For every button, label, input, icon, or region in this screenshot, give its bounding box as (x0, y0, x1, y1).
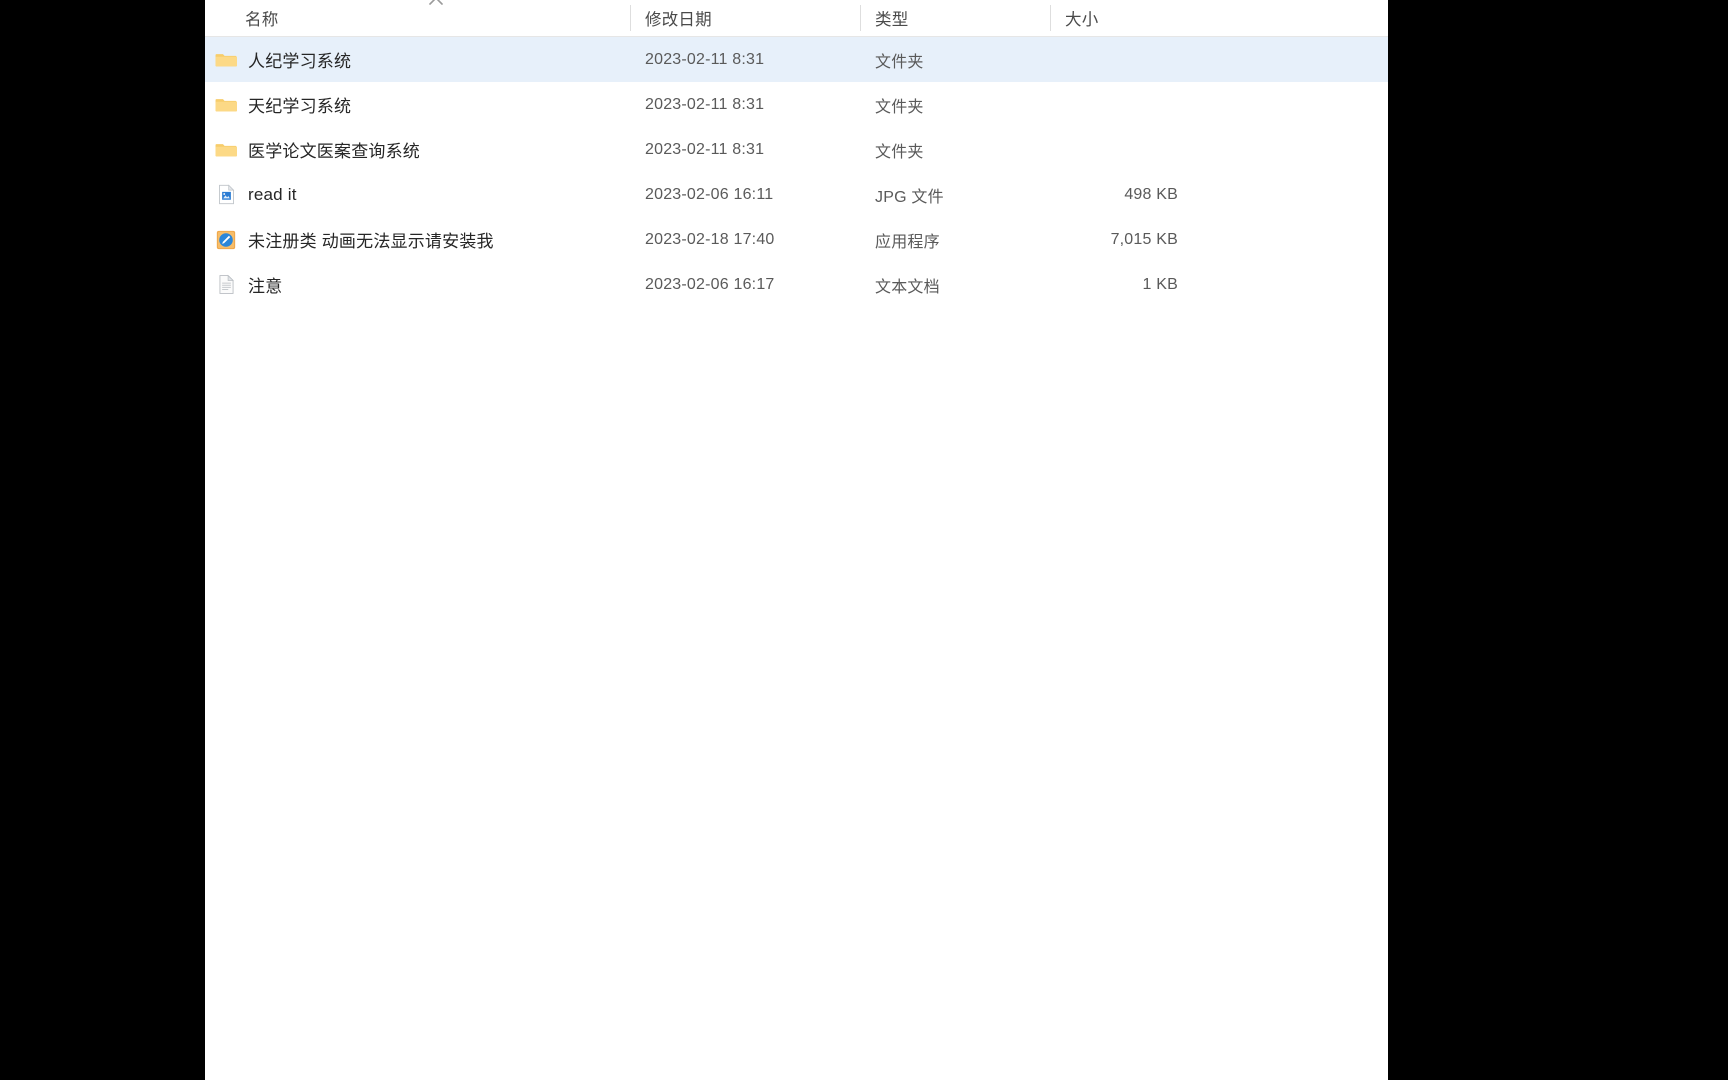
file-date-modified-label: 2023-02-11 8:31 (645, 50, 765, 68)
file-type-cell: JPG 文件 (860, 172, 1050, 217)
file-type-cell: 文件夹 (860, 37, 1050, 82)
file-type-cell: 文本文档 (860, 262, 1050, 307)
file-date-modified-cell: 2023-02-11 8:31 (630, 82, 860, 127)
file-date-modified-cell: 2023-02-18 17:40 (630, 217, 860, 262)
file-size-cell: 7,015 KB (1050, 217, 1190, 262)
file-type-cell: 文件夹 (860, 82, 1050, 127)
file-name-label: 人纪学习系统 (248, 52, 352, 71)
file-size-cell (1050, 127, 1190, 172)
file-date-modified-cell: 2023-02-11 8:31 (630, 37, 860, 82)
file-name-label: 医学论文医案查询系统 (248, 142, 420, 161)
file-date-modified-label: 2023-02-11 8:31 (645, 140, 765, 158)
file-name-cell[interactable]: 医学论文医案查询系统 (215, 127, 630, 172)
column-header-name[interactable]: 名称 (235, 0, 630, 36)
file-date-modified-label: 2023-02-11 8:31 (645, 95, 765, 113)
file-name-cell[interactable]: 人纪学习系统 (215, 37, 630, 82)
table-row[interactable]: read it 2023-02-06 16:11 JPG 文件 498 KB (205, 172, 1388, 217)
file-size-cell (1050, 82, 1190, 127)
file-name-cell[interactable]: 未注册类 动画无法显示请安装我 (215, 217, 630, 262)
file-name-label: 未注册类 动画无法显示请安装我 (248, 232, 494, 251)
file-date-modified-cell: 2023-02-06 16:11 (630, 172, 860, 217)
column-header-type-label: 类型 (875, 11, 909, 29)
column-header-size-label: 大小 (1065, 11, 1099, 29)
column-header-name-label: 名称 (245, 11, 279, 29)
table-row[interactable]: 医学论文医案查询系统 2023-02-11 8:31 文件夹 (205, 127, 1388, 172)
file-type-label: 文件夹 (875, 143, 924, 161)
column-header-date-modified-label: 修改日期 (645, 11, 712, 29)
file-type-label: 文件夹 (875, 53, 924, 71)
table-row[interactable]: 天纪学习系统 2023-02-11 8:31 文件夹 (205, 82, 1388, 127)
file-name-cell[interactable]: 注意 (215, 262, 630, 307)
file-explorer-content-pane: 名称 修改日期 类型 大小 人纪学习系统 2023-02-11 8:31 文件夹 天纪… (205, 0, 1388, 1080)
folder-icon (215, 49, 237, 71)
table-row[interactable]: 注意 2023-02-06 16:17 文本文档 1 KB (205, 262, 1388, 307)
file-type-cell: 文件夹 (860, 127, 1050, 172)
file-type-label: 应用程序 (875, 233, 940, 251)
application-exe-icon (215, 229, 237, 251)
file-type-label: JPG 文件 (875, 188, 944, 206)
file-name-cell[interactable]: read it (215, 172, 630, 217)
file-type-label: 文件夹 (875, 98, 924, 116)
folder-icon (215, 139, 237, 161)
file-size-cell (1050, 37, 1190, 82)
file-name-label: read it (248, 184, 297, 204)
file-size-cell: 1 KB (1050, 262, 1190, 307)
jpg-image-file-icon (215, 184, 237, 206)
file-size-label: 7,015 KB (1110, 230, 1178, 248)
table-row[interactable]: 人纪学习系统 2023-02-11 8:31 文件夹 (205, 37, 1388, 82)
column-divider[interactable] (860, 5, 861, 31)
file-size-cell: 498 KB (1050, 172, 1190, 217)
text-document-icon (215, 274, 237, 296)
column-header-row: 名称 修改日期 类型 大小 (205, 0, 1388, 37)
column-header-type[interactable]: 类型 (860, 0, 1050, 36)
file-name-cell[interactable]: 天纪学习系统 (215, 82, 630, 127)
column-divider[interactable] (1050, 5, 1051, 31)
file-type-label: 文本文档 (875, 278, 940, 296)
table-row[interactable]: 未注册类 动画无法显示请安装我 2023-02-18 17:40 应用程序 7,015… (205, 217, 1388, 262)
file-size-label: 498 KB (1124, 185, 1178, 203)
column-header-date-modified[interactable]: 修改日期 (630, 0, 860, 36)
file-size-label: 1 KB (1142, 275, 1178, 293)
column-header-size[interactable]: 大小 (1050, 0, 1190, 36)
folder-icon (215, 94, 237, 116)
column-divider[interactable] (630, 5, 631, 31)
file-date-modified-label: 2023-02-06 16:17 (645, 275, 775, 293)
file-list[interactable]: 人纪学习系统 2023-02-11 8:31 文件夹 天纪学习系统 2023-02-11… (205, 37, 1388, 307)
file-name-label: 注意 (248, 277, 283, 296)
screen: 名称 修改日期 类型 大小 人纪学习系统 2023-02-11 8:31 文件夹 天纪… (0, 0, 1728, 1080)
file-type-cell: 应用程序 (860, 217, 1050, 262)
file-name-label: 天纪学习系统 (248, 97, 352, 116)
file-date-modified-label: 2023-02-06 16:11 (645, 185, 774, 203)
file-date-modified-label: 2023-02-18 17:40 (645, 230, 775, 248)
file-date-modified-cell: 2023-02-06 16:17 (630, 262, 860, 307)
file-date-modified-cell: 2023-02-11 8:31 (630, 127, 860, 172)
